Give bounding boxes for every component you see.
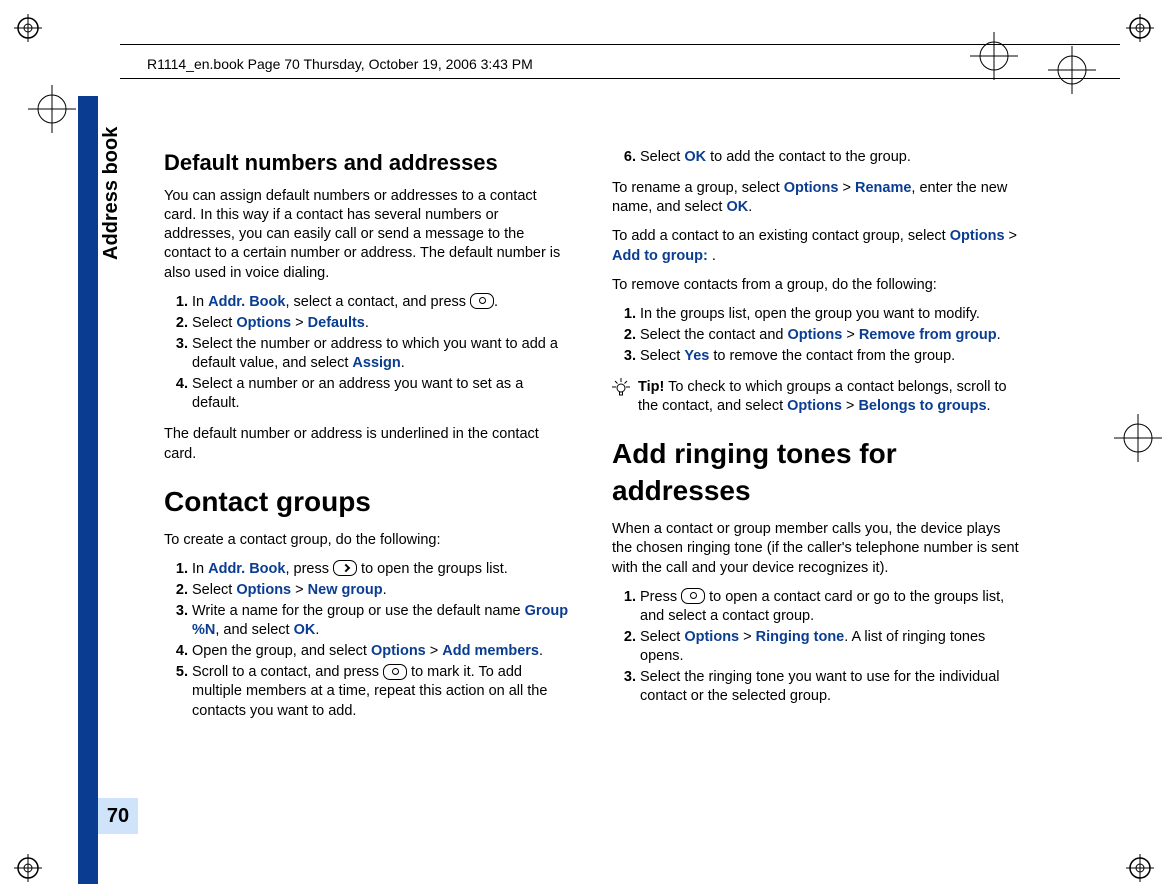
step-groups-2: Select Options > New group.: [192, 581, 572, 600]
heading-defaults: Default numbers and addresses: [164, 148, 572, 177]
header-bottom-rule: [120, 78, 1120, 79]
reg-mark-br: [1126, 854, 1154, 882]
section-label: Address book: [100, 127, 123, 260]
steps-groups: In Addr. Book, press to open the groups …: [164, 560, 572, 721]
para-tones-intro: When a contact or group member calls you…: [612, 520, 1020, 577]
step-defaults-3: Select the number or address to which yo…: [192, 335, 572, 373]
para-remove-intro: To remove contacts from a group, do the …: [612, 276, 1020, 295]
step-remove-3: Select Yes to remove the contact from th…: [640, 347, 1020, 366]
crosshair-top: [1048, 46, 1096, 94]
header-top-rule: [120, 44, 1120, 45]
heading-groups: Contact groups: [164, 484, 572, 521]
nav-right-icon: [333, 560, 357, 576]
step-groups-4: Open the group, and select Options > Add…: [192, 642, 572, 661]
steps-groups-cont: Select OK to add the contact to the grou…: [612, 148, 1020, 167]
column-right: Select OK to add the contact to the grou…: [612, 148, 1020, 718]
step-groups-6: Select OK to add the contact to the grou…: [640, 148, 1020, 167]
step-tones-3: Select the ringing tone you want to use …: [640, 668, 1020, 706]
para-defaults-note: The default number or address is underli…: [164, 425, 572, 463]
step-tones-1: Press to open a contact card or go to th…: [640, 588, 1020, 626]
crosshair-left: [28, 85, 76, 133]
reg-mark-tr: [1126, 14, 1154, 42]
tip-icon: [612, 378, 630, 396]
nav-key-icon: [383, 664, 407, 680]
nav-key-icon: [681, 588, 705, 604]
step-groups-1: In Addr. Book, press to open the groups …: [192, 560, 572, 579]
step-tones-2: Select Options > Ringing tone. A list of…: [640, 628, 1020, 666]
crosshair-right: [1114, 414, 1162, 462]
tip-text: Tip! To check to which groups a contact …: [638, 378, 1020, 416]
step-defaults-4: Select a number or an address you want t…: [192, 375, 572, 413]
reg-mark-bl: [14, 854, 42, 882]
column-left: Default numbers and addresses You can as…: [164, 148, 572, 733]
header-text: R1114_en.book Page 70 Thursday, October …: [147, 56, 533, 72]
tip-block: Tip! To check to which groups a contact …: [612, 378, 1020, 416]
reg-mark-tl: [14, 14, 42, 42]
step-remove-1: In the groups list, open the group you w…: [640, 305, 1020, 324]
blue-strip: [78, 96, 98, 884]
para-add-to-group: To add a contact to an existing contact …: [612, 227, 1020, 265]
step-groups-5: Scroll to a contact, and press to mark i…: [192, 663, 572, 720]
page-number: 70: [98, 798, 138, 834]
crosshair-top2: [970, 32, 1018, 80]
step-defaults-2: Select Options > Defaults.: [192, 314, 572, 333]
para-rename: To rename a group, select Options > Rena…: [612, 179, 1020, 217]
para-groups-intro: To create a contact group, do the follow…: [164, 531, 572, 550]
heading-ringing-tones: Add ringing tones for addresses: [612, 436, 1020, 510]
steps-tones: Press to open a contact card or go to th…: [612, 588, 1020, 707]
steps-remove: In the groups list, open the group you w…: [612, 305, 1020, 366]
steps-defaults: In Addr. Book, select a contact, and pre…: [164, 293, 572, 414]
step-defaults-1: In Addr. Book, select a contact, and pre…: [192, 293, 572, 312]
nav-key-icon: [470, 293, 494, 309]
step-groups-3: Write a name for the group or use the de…: [192, 602, 572, 640]
step-remove-2: Select the contact and Options > Remove …: [640, 326, 1020, 345]
para-defaults-intro: You can assign default numbers or addres…: [164, 187, 572, 283]
